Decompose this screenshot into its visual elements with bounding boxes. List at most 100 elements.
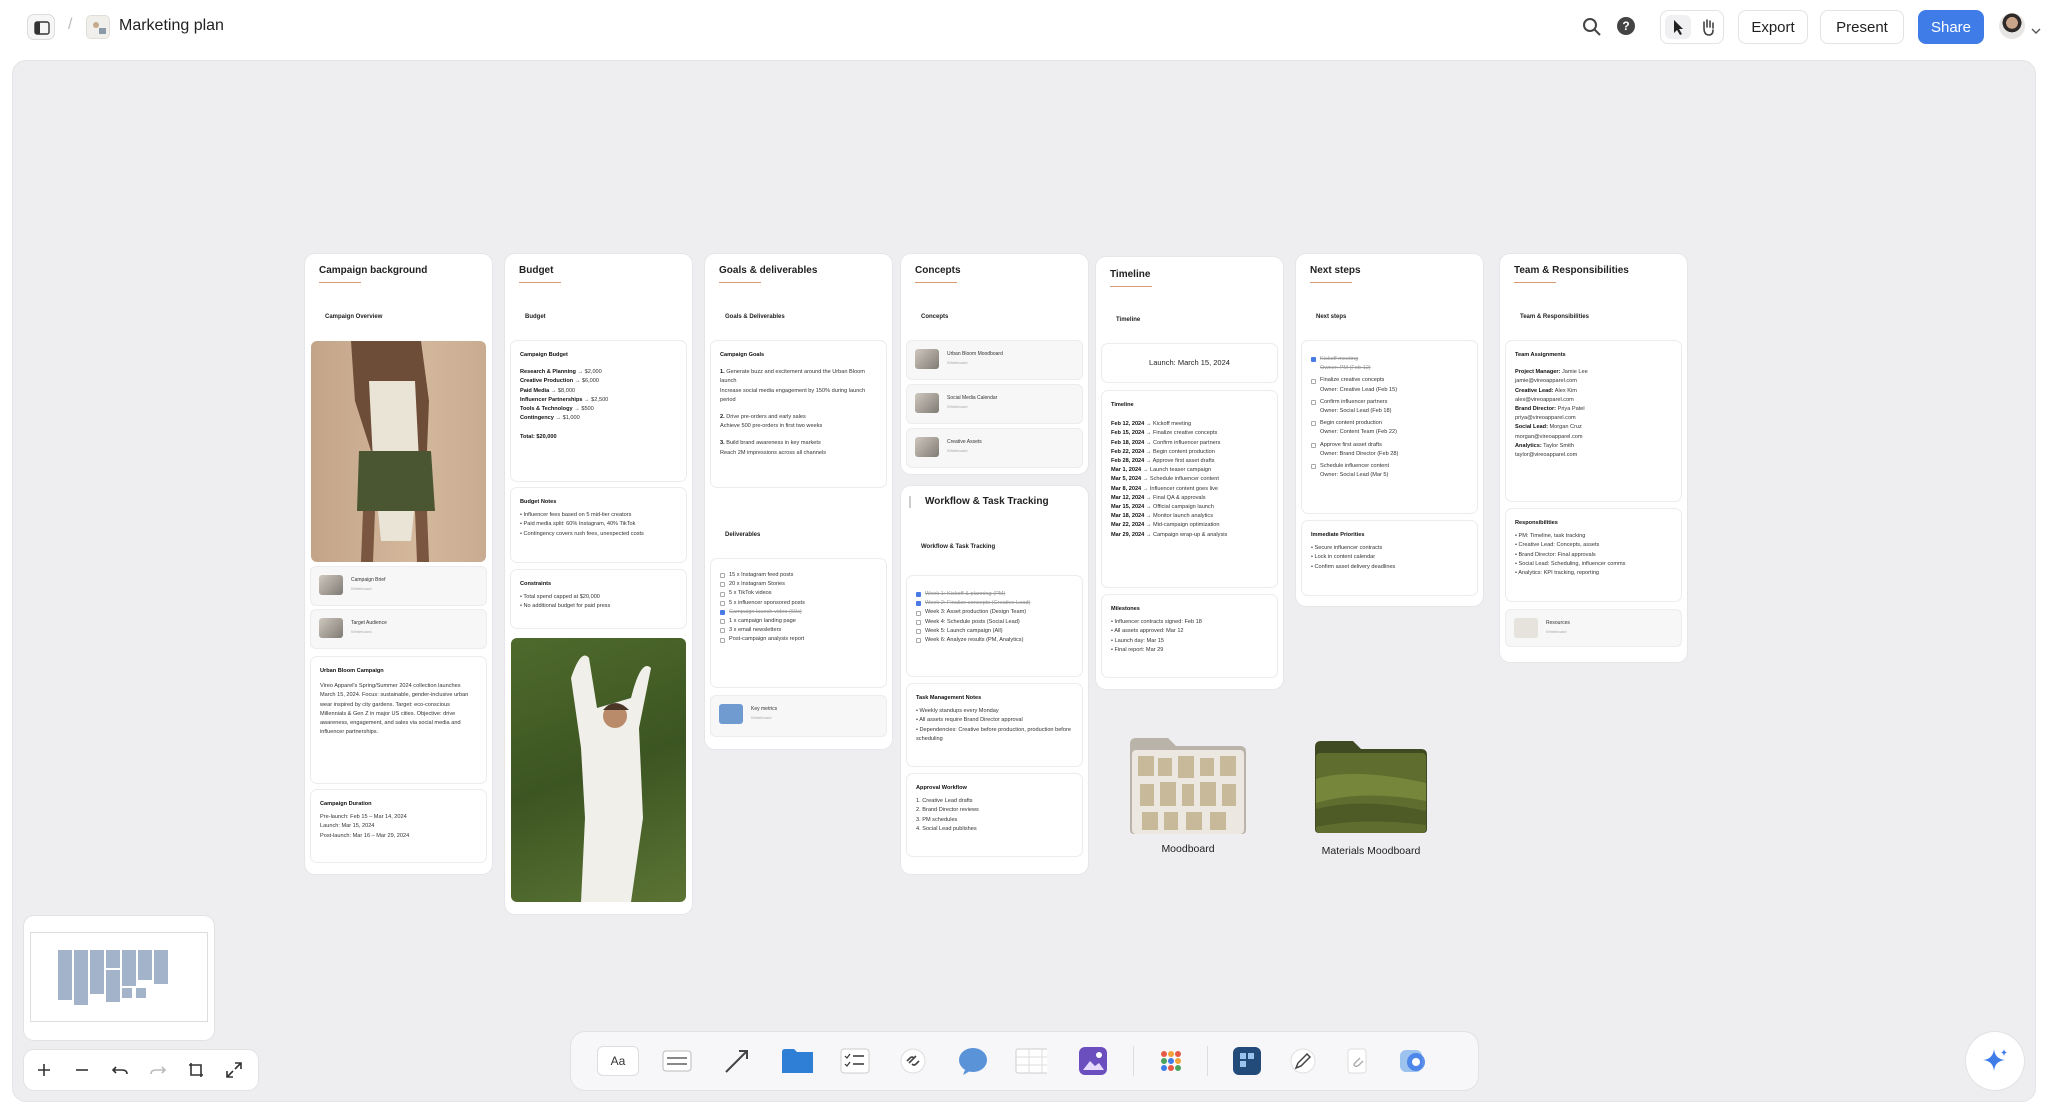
milestones-card[interactable]: Milestones • Influencer contracts signed… — [1102, 595, 1277, 677]
column-timeline[interactable]: Timeline Timeline Launch: March 15, 2024… — [1096, 257, 1283, 689]
link-icon[interactable] — [897, 1045, 929, 1077]
sparkle-icon[interactable] — [1966, 1032, 2024, 1090]
mini-card-resources[interactable]: Resources Whiteboard — [1506, 610, 1681, 646]
approval-workflow-card[interactable]: Approval Workflow 1. Creative Lead draft… — [907, 774, 1082, 856]
search-icon[interactable] — [1582, 17, 1602, 42]
mini-card-creative-assets[interactable]: Creative Assets Whiteboard — [907, 429, 1082, 467]
mini-card-key-metrics[interactable]: Key metrics Whiteboard — [711, 696, 886, 736]
moodboard-folder[interactable]: Moodboard — [1123, 736, 1253, 866]
column-title: Next steps — [1310, 265, 1361, 276]
checkbox[interactable] — [720, 637, 725, 643]
line-arrow-icon[interactable] — [721, 1045, 753, 1077]
share-button[interactable]: Share — [1918, 10, 1984, 44]
image-icon[interactable] — [1077, 1045, 1109, 1077]
responsibilities-card[interactable]: Responsibilities • PM: Timeline, task tr… — [1506, 509, 1681, 601]
fit-to-screen-icon[interactable] — [186, 1060, 206, 1085]
help-icon[interactable]: ? — [1617, 17, 1635, 35]
team-name: Priya Patel — [1556, 406, 1585, 413]
checkbox[interactable] — [916, 628, 921, 634]
minimap[interactable] — [24, 916, 214, 1040]
calculator-icon[interactable] — [1231, 1045, 1263, 1077]
chevron-down-icon[interactable] — [2031, 22, 2041, 40]
weekly-tasks-card[interactable]: Week 1: Kickoff & planning (PM) Week 2: … — [907, 576, 1082, 676]
checkbox[interactable] — [1311, 378, 1316, 384]
checklist-icon[interactable] — [839, 1045, 871, 1077]
apps-grid-icon[interactable] — [1155, 1045, 1187, 1077]
grass-photo[interactable] — [511, 638, 686, 902]
column-next-steps[interactable]: Next steps Next steps Kickoff meeting Own… — [1296, 254, 1483, 606]
column-campaign-background[interactable]: Campaign background Campaign Overview Ca… — [305, 254, 492, 874]
team-email[interactable]: taylor@vireoapparel.com — [1515, 451, 1672, 460]
column-goals-deliverables[interactable]: Goals & deliverables Goals & Deliverable… — [705, 254, 892, 749]
zoom-out-icon[interactable] — [72, 1060, 92, 1085]
zoom-in-icon[interactable] — [34, 1060, 54, 1085]
card-line: 4. Social Lead publishes — [916, 825, 977, 832]
checkbox-checked[interactable] — [916, 601, 921, 607]
timeline-card[interactable]: Timeline Feb 12, 2024 → Kickoff meeting F… — [1102, 391, 1277, 587]
team-email[interactable]: jamie@vireoapparel.com — [1515, 377, 1672, 386]
undo-icon[interactable] — [110, 1060, 130, 1085]
column-concepts[interactable]: Concepts Concepts Urban Bloom Moodboard … — [901, 254, 1088, 474]
column-team[interactable]: Team & Responsibilities Team & Responsib… — [1500, 254, 1687, 662]
checkbox[interactable] — [720, 573, 725, 579]
budget-notes-card[interactable]: Budget Notes • Influencer fees based on … — [511, 488, 686, 562]
pointer-icon[interactable] — [1665, 15, 1691, 39]
folder-icon[interactable] — [781, 1045, 813, 1077]
present-button[interactable]: Present — [1820, 10, 1904, 44]
fullscreen-icon[interactable] — [224, 1060, 244, 1085]
checkbox[interactable] — [720, 628, 725, 634]
materials-moodboard-folder[interactable]: Materials Moodboard — [1301, 739, 1441, 869]
team-email[interactable]: alex@vireoapparel.com — [1515, 396, 1672, 405]
column-workflow[interactable]: Workflow & Task Tracking Workflow & Task… — [901, 486, 1088, 874]
checkbox[interactable] — [916, 638, 921, 644]
team-email[interactable]: morgan@vireoapparel.com — [1515, 433, 1672, 442]
mini-card-target-audience[interactable]: Target Audience Whiteboard — [311, 610, 486, 648]
campaign-goals-card[interactable]: Campaign Goals 1. Generate buzz and exci… — [711, 341, 886, 487]
checkbox[interactable] — [916, 610, 921, 616]
timeline-event: → Monitor launch analytics — [1144, 513, 1213, 520]
ai-assistant-icon[interactable] — [1397, 1045, 1429, 1077]
attachment-icon[interactable] — [1341, 1045, 1373, 1077]
mini-card-urban-bloom-moodboard[interactable]: Urban Bloom Moodboard Whiteboard — [907, 341, 1082, 379]
checkbox[interactable] — [916, 619, 921, 625]
checkbox[interactable] — [720, 591, 725, 597]
checkbox[interactable] — [1311, 399, 1316, 405]
hand-icon[interactable] — [1695, 15, 1721, 39]
avatar[interactable] — [1999, 13, 2025, 39]
checkbox[interactable] — [1311, 464, 1316, 470]
immediate-priorities-card[interactable]: Immediate Priorities • Secure influencer… — [1302, 521, 1477, 595]
task-management-notes-card[interactable]: Task Management Notes • Weekly standups … — [907, 684, 1082, 766]
constraints-card[interactable]: Constraints • Total spend capped at $20,… — [511, 570, 686, 628]
table-icon[interactable] — [1015, 1045, 1047, 1077]
redo-icon[interactable] — [148, 1060, 168, 1085]
whiteboard-canvas[interactable]: Campaign background Campaign Overview Ca… — [12, 60, 2036, 1102]
mini-card-campaign-brief[interactable]: Campaign Brief Whiteboard — [311, 567, 486, 605]
team-email[interactable]: priya@vireoapparel.com — [1515, 414, 1672, 423]
launch-card[interactable]: Launch: March 15, 2024 — [1102, 344, 1277, 382]
checkbox[interactable] — [1311, 442, 1316, 448]
team-assignments-card[interactable]: Team Assignments Project Manager: Jamie … — [1506, 341, 1681, 501]
checkbox-checked[interactable] — [1311, 357, 1316, 363]
mini-card-social-media-calendar[interactable]: Social Media Calendar Whiteboard — [907, 385, 1082, 423]
campaign-photo[interactable] — [311, 341, 486, 562]
campaign-duration-card[interactable]: Campaign Duration Pre-launch: Feb 15 – M… — [311, 790, 486, 862]
card-heading: Budget Notes — [520, 499, 557, 505]
deliverables-card[interactable]: 15 x Instagram feed posts 20 x Instagram… — [711, 559, 886, 687]
note-card-icon[interactable] — [661, 1045, 693, 1077]
checkbox-checked[interactable] — [916, 592, 921, 598]
checkbox[interactable] — [720, 619, 725, 625]
urban-bloom-card[interactable]: Urban Bloom Campaign Vireo Apparel's Spr… — [311, 657, 486, 783]
pen-icon[interactable] — [1287, 1045, 1319, 1077]
campaign-budget-card[interactable]: Campaign Budget Research & Planning → $2… — [511, 341, 686, 481]
next-steps-card[interactable]: Kickoff meeting Owner: PM (Feb 12) Finaliz… — [1302, 341, 1477, 513]
page-title[interactable]: Marketing plan — [119, 17, 224, 35]
comment-icon[interactable] — [957, 1045, 989, 1077]
text-tool-icon[interactable]: Aa — [597, 1046, 639, 1076]
sidebar-toggle-icon[interactable] — [27, 14, 55, 40]
checkbox-checked[interactable] — [720, 609, 725, 615]
checkbox[interactable] — [1311, 421, 1316, 427]
checkbox[interactable] — [720, 600, 725, 606]
column-budget[interactable]: Budget Budget Campaign Budget Research &… — [505, 254, 692, 914]
export-button[interactable]: Export — [1738, 10, 1808, 44]
checkbox[interactable] — [720, 582, 725, 588]
